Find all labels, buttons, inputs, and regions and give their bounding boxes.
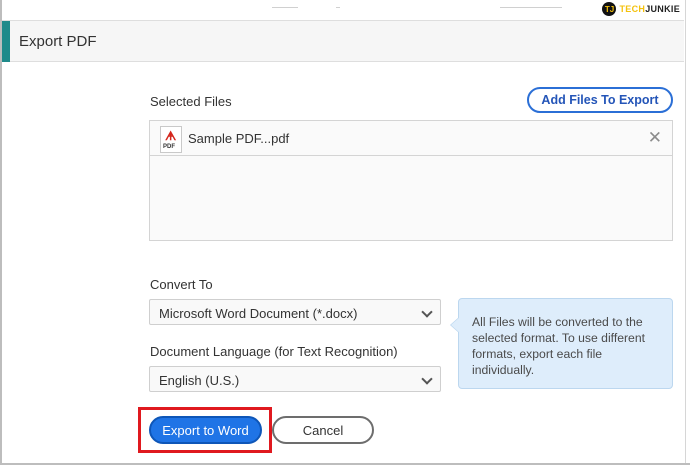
convert-to-value: Microsoft Word Document (*.docx)	[159, 306, 358, 321]
page-title: Export PDF	[19, 33, 97, 50]
pdf-icon-tag: PDF	[163, 144, 175, 150]
pdf-file-icon: ᗗ PDF	[160, 126, 182, 153]
chevron-down-icon	[421, 306, 433, 318]
export-pdf-window: TJ TECHJUNKIE Export PDF Selected Files …	[0, 0, 690, 465]
convert-to-select[interactable]: Microsoft Word Document (*.docx)	[149, 299, 441, 325]
header-accent-bar	[2, 21, 10, 62]
selected-files-list: ᗗ PDF Sample PDF...pdf ✕	[149, 120, 673, 241]
remove-file-icon[interactable]: ✕	[648, 128, 662, 148]
window-border-left	[0, 0, 2, 465]
language-label: Document Language (for Text Recognition)	[150, 344, 398, 359]
window-border-right	[685, 0, 686, 465]
add-files-button[interactable]: Add Files To Export	[527, 87, 673, 113]
acrobat-glyph-icon: ᗗ	[165, 129, 177, 143]
top-divider	[500, 7, 562, 8]
info-tooltip: All Files will be converted to the selec…	[450, 298, 673, 389]
techjunkie-logo-icon: TJ	[602, 2, 617, 16]
cancel-button[interactable]: Cancel	[272, 416, 374, 444]
dialog-header: Export PDF	[2, 20, 684, 62]
top-strip	[0, 0, 690, 20]
convert-to-label: Convert To	[150, 277, 213, 292]
language-value: English (U.S.)	[159, 373, 240, 388]
language-select[interactable]: English (U.S.)	[149, 366, 441, 392]
file-name: Sample PDF...pdf	[188, 131, 290, 146]
chevron-down-icon	[421, 373, 433, 385]
top-divider	[336, 7, 340, 8]
file-list-item[interactable]: ᗗ PDF Sample PDF...pdf ✕	[150, 121, 672, 156]
watermark-text-b: JUNKIE	[645, 4, 680, 14]
top-divider	[272, 7, 298, 8]
techjunkie-watermark: TJ TECHJUNKIE	[602, 2, 680, 16]
info-text: All Files will be converted to the selec…	[472, 315, 645, 377]
selected-files-label: Selected Files	[150, 94, 232, 109]
watermark-text: TECHJUNKIE	[619, 4, 680, 14]
watermark-text-a: TECH	[619, 4, 646, 14]
export-to-word-button[interactable]: Export to Word	[149, 416, 262, 444]
